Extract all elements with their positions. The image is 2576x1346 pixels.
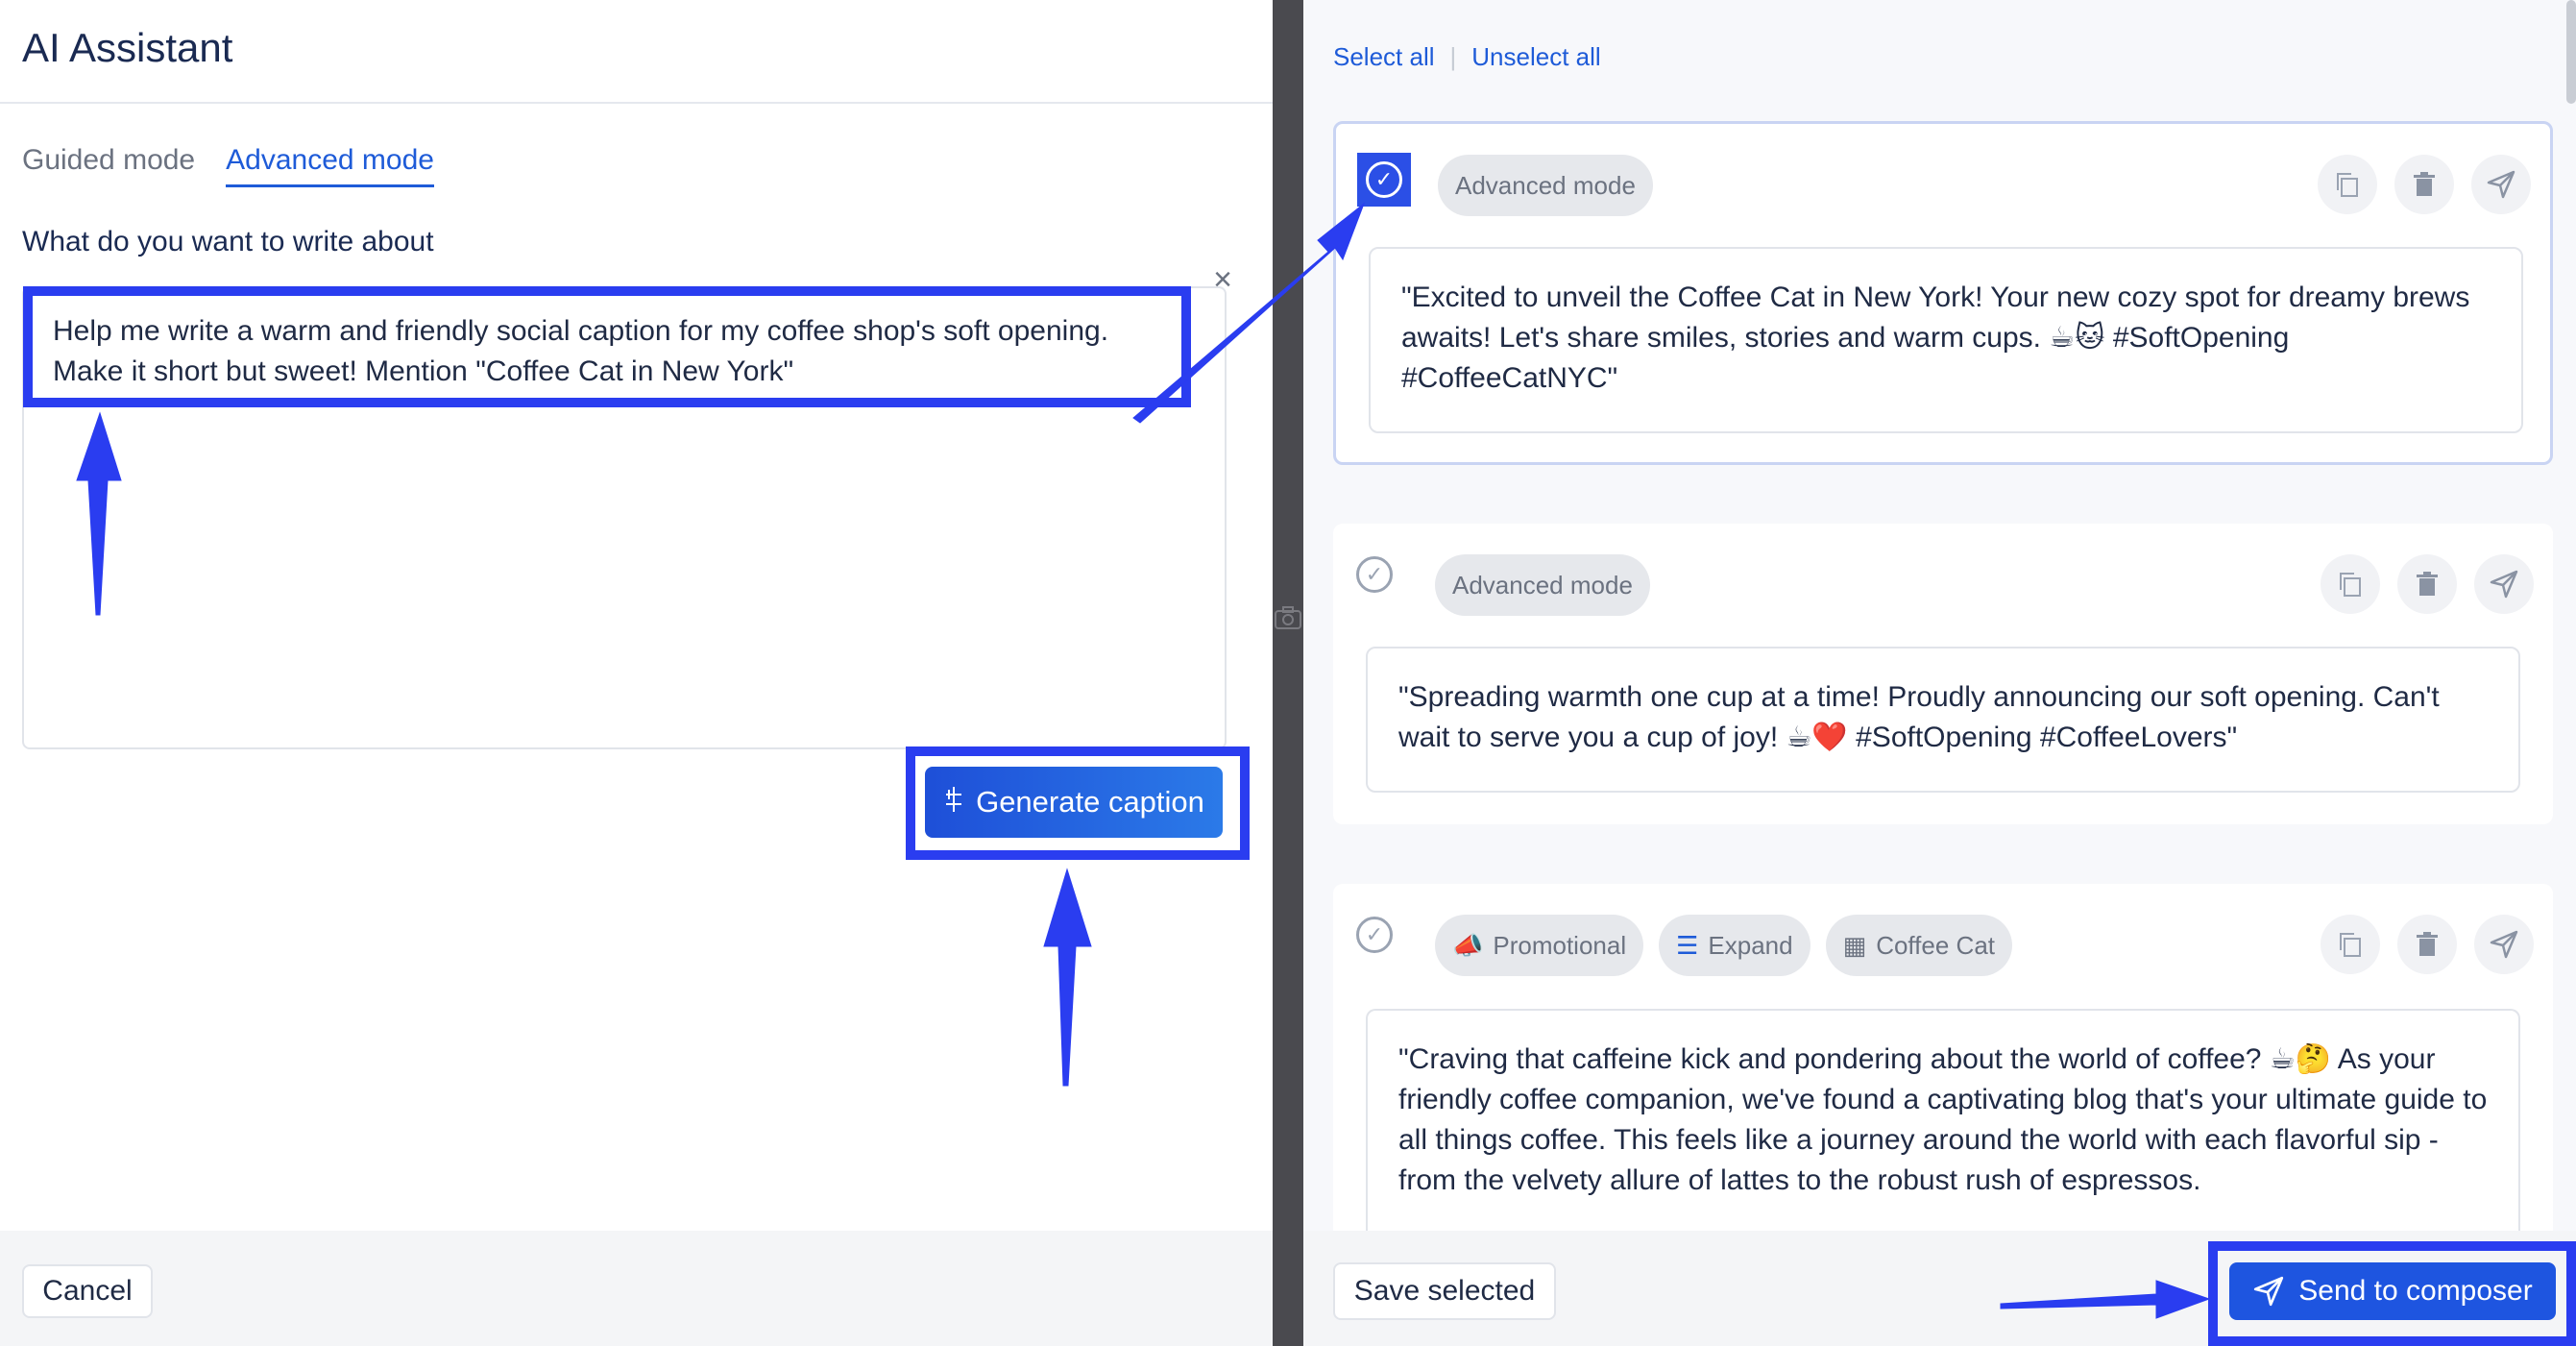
chip-row: Advanced mode [1438,155,1653,216]
trash-icon [2417,572,2438,596]
send-to-composer-button[interactable]: Send to composer [2229,1262,2556,1320]
scrollbar[interactable] [2566,0,2576,104]
chip-label: Promotional [1493,930,1627,960]
check-icon: ✓ [1366,161,1402,198]
chip-label: Advanced mode [1452,570,1633,600]
header: AI Assistant [0,0,1273,104]
caption-card: ✓ 📣 Promotional ☰ Expand ▦ Coffee Cat "C… [1333,884,2553,1287]
sparkle-icon [943,785,964,820]
selection-links: Select all | Unselect all [1333,42,1601,72]
send-icon [2487,170,2515,199]
megaphone-icon: 📣 [1452,930,1484,960]
save-selected-button[interactable]: Save selected [1333,1262,1556,1320]
chip-row: Advanced mode [1435,554,1650,616]
chip-label: Advanced mode [1455,170,1636,200]
prompt-value[interactable]: Help me write a warm and friendly social… [53,311,1186,392]
chip: Advanced mode [1435,554,1650,616]
send-icon [2254,1276,2284,1307]
delete-button[interactable] [2394,155,2454,214]
card-actions [2321,554,2534,614]
caption-card: ✓ Advanced mode "Excited to unveil the C… [1333,121,2553,465]
send-icon [2490,930,2518,959]
caption-text[interactable]: "Spreading warmth one cup at a time! Pro… [1366,647,2520,793]
chip-promotional: 📣 Promotional [1435,915,1644,976]
card-actions [2321,915,2534,974]
card-actions [2318,155,2531,214]
send-button[interactable] [2474,915,2534,974]
select-checkbox[interactable]: ✓ [1356,556,1393,593]
check-icon: ✓ [1365,922,1384,946]
ai-assistant-panel: AI Assistant Guided mode Advanced mode W… [0,0,1273,1346]
mode-tabs: Guided mode Advanced mode [22,144,434,187]
check-icon: ✓ [1365,562,1384,586]
send-icon [2490,570,2518,599]
send-button[interactable] [2474,554,2534,614]
chip-label: Coffee Cat [1876,930,1996,960]
left-footer [0,1231,1273,1346]
send-to-composer-label: Send to composer [2298,1275,2533,1307]
copy-button[interactable] [2318,155,2377,214]
tab-guided-mode[interactable]: Guided mode [22,144,195,187]
delete-button[interactable] [2397,915,2457,974]
tab-advanced-mode[interactable]: Advanced mode [226,144,434,187]
select-checkbox[interactable]: ✓ [1356,917,1393,953]
chip-expand: ☰ Expand [1659,915,1810,976]
chip-coffee-cat: ▦ Coffee Cat [1825,915,2013,976]
building-icon: ▦ [1842,930,1867,960]
copy-icon [2340,573,2361,597]
camera-icon [1275,606,1301,629]
copy-button[interactable] [2321,554,2380,614]
separator: | [1449,42,1457,71]
chip-row: 📣 Promotional ☰ Expand ▦ Coffee Cat [1435,915,2013,976]
cancel-button[interactable]: Cancel [22,1264,153,1318]
select-all-link[interactable]: Select all [1333,42,1435,72]
chip: Advanced mode [1438,155,1653,216]
copy-icon [2340,933,2361,957]
unselect-all-link[interactable]: Unselect all [1471,42,1600,72]
prompt-label: What do you want to write about [22,226,434,257]
trash-icon [2417,932,2438,956]
caption-text[interactable]: "Excited to unveil the Coffee Cat in New… [1369,247,2523,433]
panel-divider [1273,0,1303,1346]
copy-icon [2337,173,2358,197]
trash-icon [2414,172,2435,196]
generate-caption-label: Generate caption [976,785,1204,819]
copy-button[interactable] [2321,915,2380,974]
page-title: AI Assistant [22,25,233,70]
select-checkbox[interactable]: ✓ [1357,153,1411,207]
delete-button[interactable] [2397,554,2457,614]
lines-icon: ☰ [1676,930,1699,960]
generate-caption-button[interactable]: Generate caption [925,767,1223,838]
caption-card: ✓ Advanced mode "Spreading warmth one cu… [1333,524,2553,824]
results-panel: Select all | Unselect all ✓ Advanced mod… [1303,0,2576,1346]
send-button[interactable] [2471,155,2531,214]
chip-label: Expand [1708,930,1793,960]
